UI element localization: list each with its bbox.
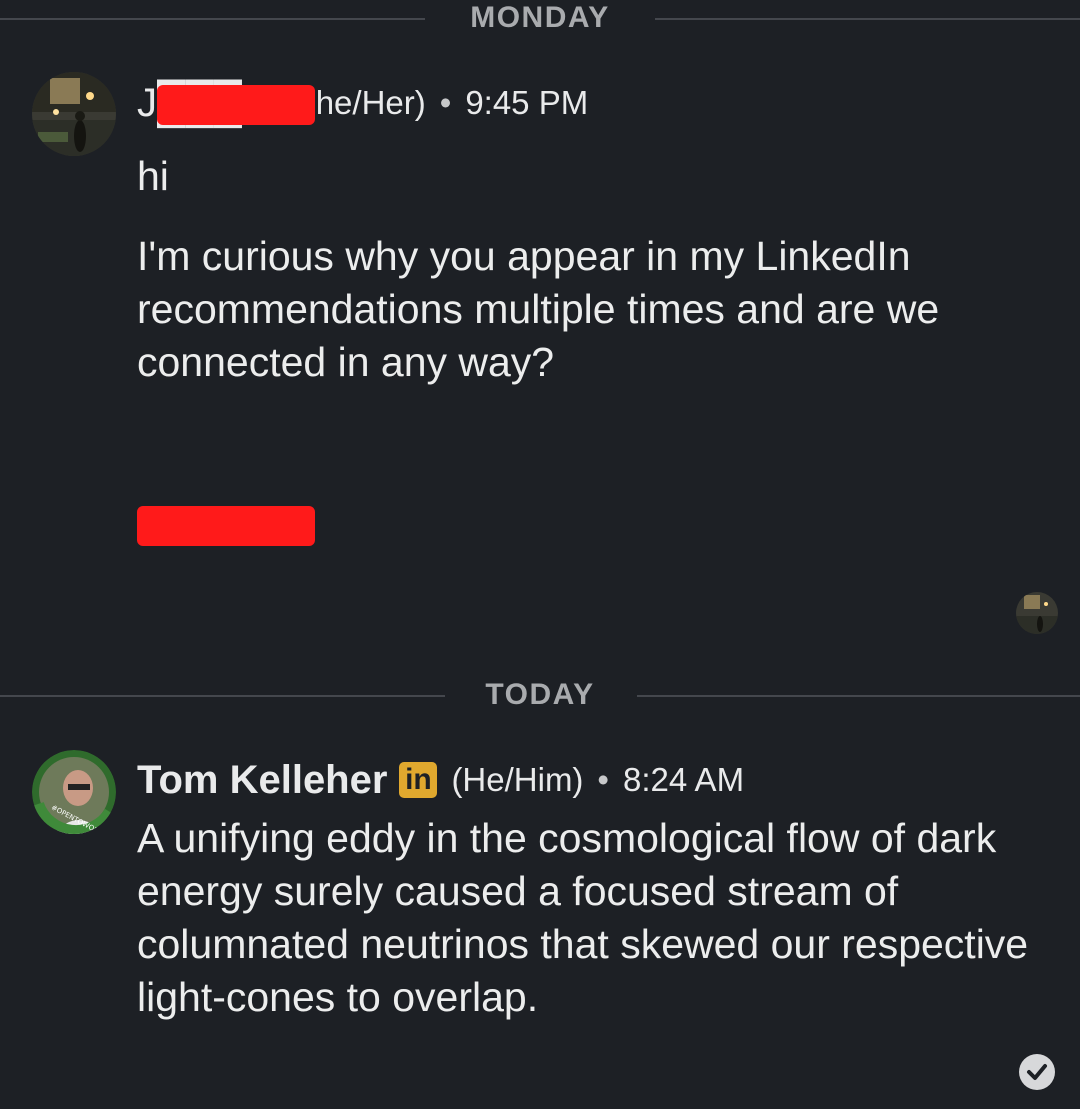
sender-pronouns: (He/Him) <box>451 761 584 798</box>
read-receipt-avatar <box>1016 592 1058 634</box>
message-text: hi <box>137 153 169 199</box>
sender-avatar[interactable] <box>32 72 116 156</box>
message-time: 9:45 PM <box>465 84 589 121</box>
message-signature <box>137 498 337 550</box>
sender-name[interactable]: Tom Kelleher <box>137 758 387 803</box>
message-text: I'm curious why you appear in my LinkedI… <box>137 233 940 385</box>
separator-dot: • <box>439 84 452 121</box>
redaction-mark <box>137 506 315 546</box>
sender-avatar[interactable]: #OPENTOWORK <box>32 750 116 834</box>
date-divider-monday: MONDAY <box>0 0 1080 38</box>
message-header: Tom Kelleher in (He/Him) • 8:24 AM <box>137 755 744 805</box>
message-time: 8:24 AM <box>622 761 745 798</box>
date-divider-label: MONDAY <box>470 1 610 34</box>
checkmark-icon <box>1019 1054 1055 1090</box>
date-divider-label: TODAY <box>485 678 595 711</box>
message-header: J███K (She/Her) • 9:45 PM <box>137 80 588 126</box>
redaction-mark <box>157 84 315 125</box>
conversation-thread: MONDAY J███K (She/Her) • 9:45 P <box>0 0 1080 1109</box>
date-divider-today: TODAY <box>0 675 1080 715</box>
sender-name[interactable]: J███K <box>137 81 315 126</box>
separator-dot: • <box>597 761 609 798</box>
linkedin-icon: in <box>399 762 438 798</box>
message-text: A unifying eddy in the cosmological flow… <box>137 815 1029 1020</box>
